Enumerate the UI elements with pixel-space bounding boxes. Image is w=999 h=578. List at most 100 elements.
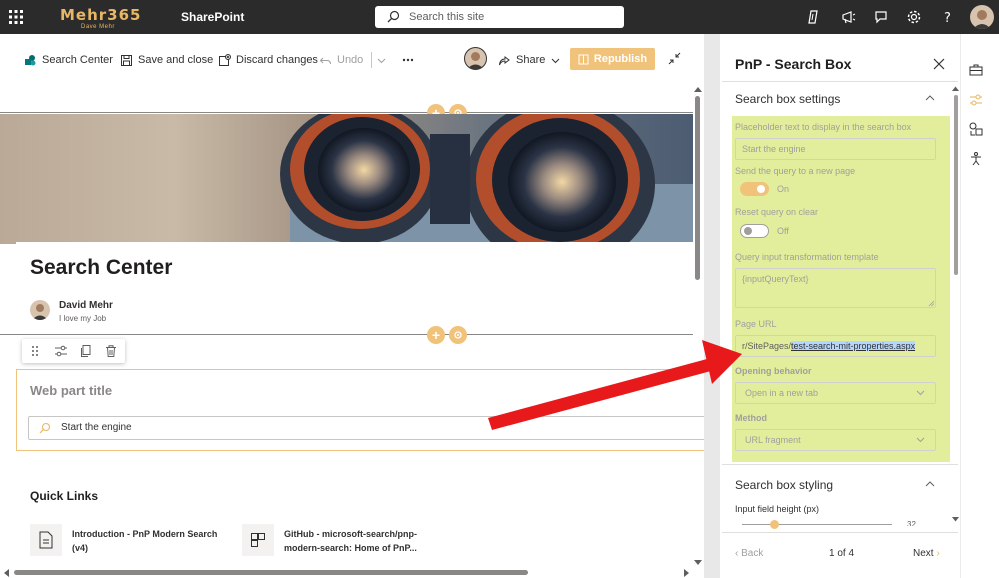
coauthor-avatar[interactable] [464,47,487,70]
save-icon [120,54,138,67]
chevron-left-icon: ‹ [735,548,739,559]
reset-query-toggle[interactable] [740,224,769,238]
scroll-up-icon[interactable] [694,86,702,92]
collapse-icon[interactable] [668,52,681,65]
feedback-icon[interactable] [873,9,889,25]
author-avatar [30,300,50,320]
author-description: I love my Job [59,314,107,323]
quick-links-title: Quick Links [30,489,99,503]
close-icon[interactable] [933,58,945,70]
page-url-input[interactable]: r/SitePages/test-search-mit-properties.a… [735,335,936,357]
app-launcher-icon[interactable] [9,10,23,24]
next-button[interactable]: Next › [913,548,940,559]
webpart-search-input[interactable]: Start the engine [28,416,704,440]
method-dropdown[interactable]: URL fragment [735,429,936,451]
brand-subtitle: Dave Mehr [81,24,115,30]
canvas-vertical-scrollbar[interactable] [695,96,700,280]
app-name[interactable]: SharePoint [181,10,244,24]
toolbox-icon[interactable] [968,62,984,78]
search-box-webpart[interactable]: Web part title Start the engine [16,369,704,451]
add-section-button-2[interactable]: + [427,326,445,344]
page-url-prefix: r/SitePages/ [742,341,792,351]
chevron-down-icon [916,390,925,396]
more-button[interactable] [402,52,419,68]
back-button[interactable]: ‹ Back [735,548,763,559]
design-icon[interactable] [968,121,984,137]
page-canvas: + Search Center David Mehr I love my Job… [0,84,704,578]
scroll-left-icon[interactable] [3,569,9,577]
placeholder-input[interactable]: Start the engine [735,138,936,160]
chevron-right-icon: › [936,548,940,559]
undo-button[interactable]: Undo [319,52,363,68]
duplicate-icon[interactable] [79,344,93,358]
send-query-label: Send the query to a new page [735,166,856,176]
resize-grip-icon[interactable] [928,300,935,307]
slider-thumb[interactable] [770,520,779,529]
undo-dropdown-button[interactable] [377,52,391,68]
layout-icon [242,524,274,556]
undo-icon [319,54,337,67]
pane-splitter [704,34,720,578]
republish-label: Republish [593,53,648,65]
pane-scroll-up-icon[interactable] [952,86,959,91]
group-search-box-settings[interactable]: Search box settings [735,92,840,106]
opening-behavior-dropdown[interactable]: Open in a new tab [735,382,936,404]
scroll-right-icon[interactable] [684,569,690,577]
discard-button[interactable]: Discard changes [218,52,318,68]
scroll-down-icon[interactable] [694,560,702,566]
chevron-up-icon[interactable] [925,480,935,487]
pane-title: PnP - Search Box [735,56,852,72]
quick-link-item[interactable]: GitHub - microsoft-search/pnp- modern-se… [242,524,442,560]
pane-footer-divider [722,532,958,533]
save-close-label: Save and close [138,54,214,66]
next-label: Next [913,548,934,559]
chevron-down-icon [916,437,925,443]
group-search-box-styling[interactable]: Search box styling [735,478,833,492]
back-label: Back [741,548,764,559]
chevron-up-icon[interactable] [925,94,935,101]
right-rail [960,34,999,578]
user-avatar[interactable] [970,5,994,29]
webpart-toolbar [22,339,125,363]
share-icon [498,54,516,67]
placeholder-label: Placeholder text to display in the searc… [735,122,912,132]
search-icon [387,10,400,23]
search-icon [39,422,51,434]
share-button[interactable]: Share [498,52,565,68]
pane-scrollbar[interactable] [954,95,958,275]
discard-icon [218,53,236,67]
page-url-label: Page URL [735,319,777,329]
section-options-button-2[interactable] [449,326,467,344]
drag-handle-icon[interactable] [28,344,42,358]
republish-button[interactable]: Republish [570,48,655,70]
help-icon[interactable]: ? [940,9,956,25]
brand-logo[interactable]: Mehr365 [60,6,142,24]
gear-icon[interactable] [906,9,922,25]
command-divider [371,52,372,68]
accessibility-icon[interactable] [968,151,984,167]
canvas-horizontal-scrollbar[interactable] [14,570,528,575]
pane-divider [722,81,958,82]
quick-link-line2: (v4) [72,543,89,553]
search-center-button[interactable]: Search Center [24,52,113,68]
quick-link-item[interactable]: Introduction - PnP Modern Search (v4) [30,524,230,560]
page-title[interactable]: Search Center [30,256,172,280]
hero-image [0,114,693,244]
quick-link-label: GitHub - microsoft-search/pnp- modern-se… [284,527,417,555]
quick-link-label: Introduction - PnP Modern Search (v4) [72,527,217,555]
delete-icon[interactable] [104,344,118,358]
pane-scroll-down-icon[interactable] [952,517,959,522]
webpart-title-input[interactable]: Web part title [30,383,112,398]
quick-link-line1: GitHub - microsoft-search/pnp- [284,529,418,539]
edit-properties-icon[interactable] [54,344,68,358]
site-search-input[interactable]: Search this site [375,6,624,28]
template-textarea[interactable]: {inputQueryText} [735,268,936,308]
megaphone-icon[interactable] [841,9,857,25]
page-url-selected: test-search-mit-properties.aspx [791,341,916,351]
input-height-slider[interactable] [742,524,892,525]
properties-icon[interactable] [968,92,984,108]
copilot-icon[interactable] [806,9,822,25]
share-chevron-icon [551,56,565,65]
send-query-toggle[interactable] [740,182,769,196]
save-close-button[interactable]: Save and close [120,52,213,68]
